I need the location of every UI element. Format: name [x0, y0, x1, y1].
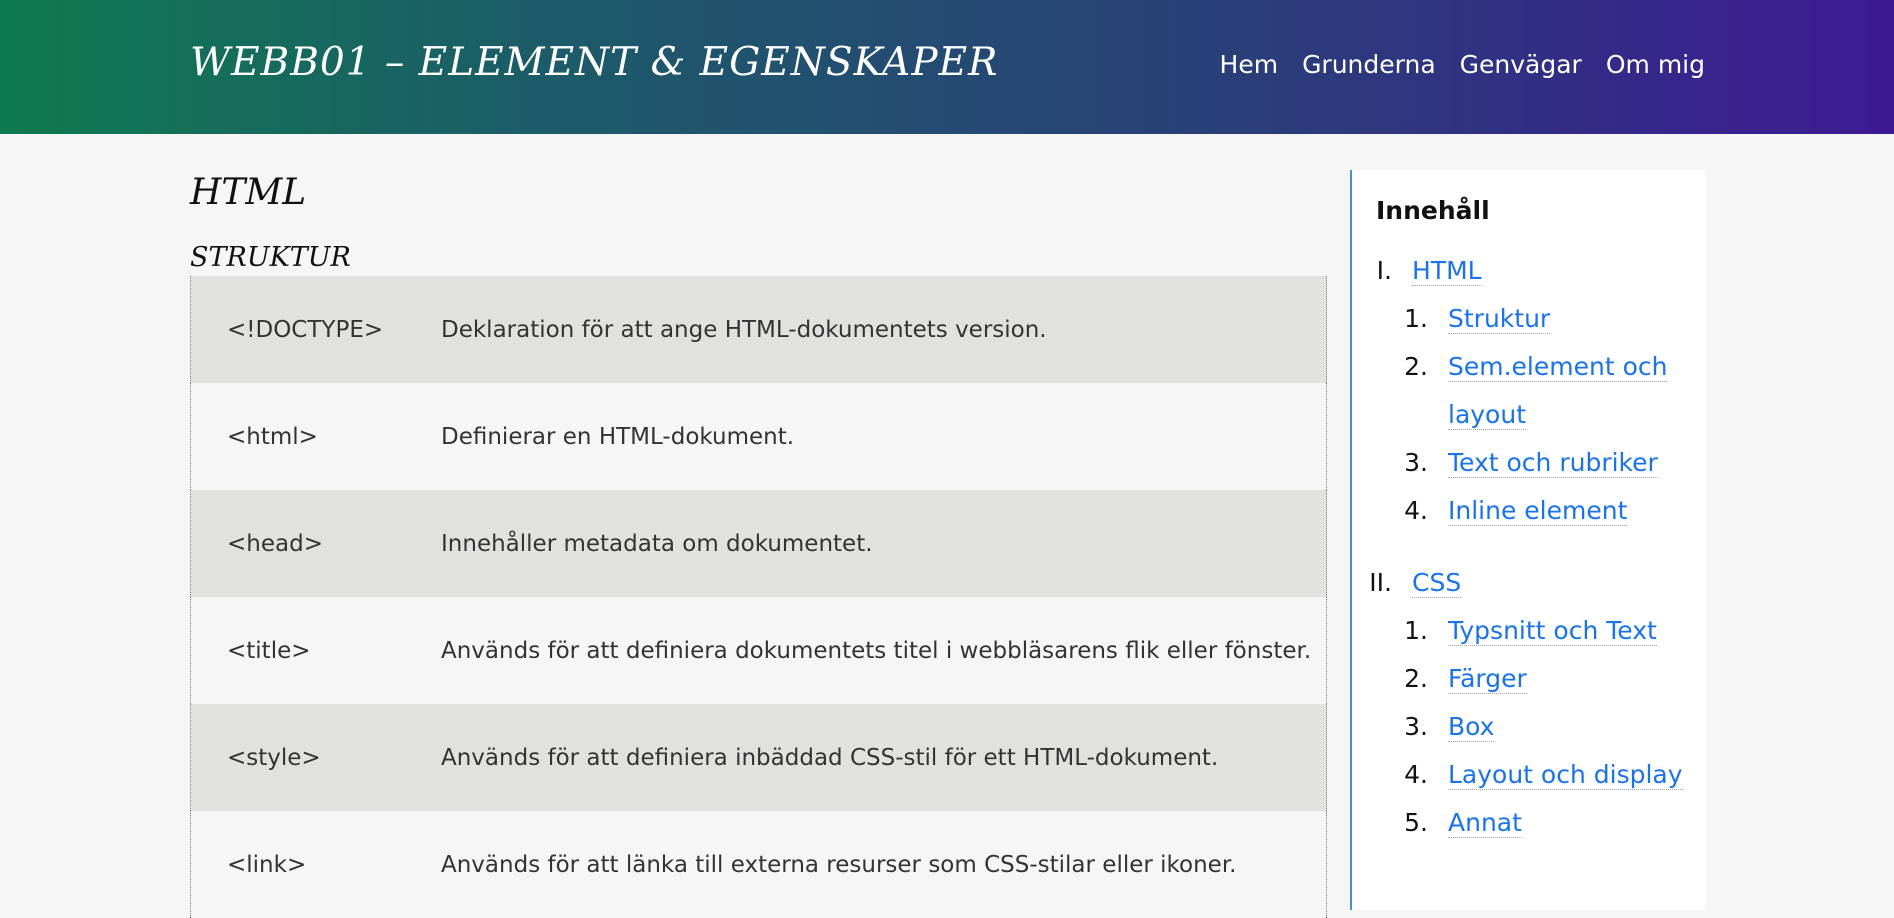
table-row: <title> Används för att definiera dokume… [190, 597, 1327, 704]
site-header: WEBB01 – ELEMENT & EGENSKAPER Hem Grunde… [0, 0, 1894, 134]
nav-item-hem[interactable]: Hem [1220, 50, 1279, 79]
nav-item-om-mig[interactable]: Om mig [1606, 50, 1705, 79]
desc-cell: Definierar en HTML-dokument. [441, 423, 795, 450]
toc-section-number: I. [1376, 256, 1392, 285]
tag-cell: <html> [227, 423, 318, 450]
tag-cell: <head> [227, 530, 323, 557]
toc-link-farger[interactable]: Färger [1448, 664, 1527, 694]
toc-item-number: 1. [1404, 616, 1428, 645]
site-title[interactable]: WEBB01 – ELEMENT & EGENSKAPER [190, 40, 998, 85]
toc-item-number: 2. [1404, 352, 1428, 381]
desc-cell: Innehåller metadata om dokumentet. [441, 530, 873, 557]
tag-cell: <!DOCTYPE> [227, 316, 384, 343]
toc-link-layout-display[interactable]: Layout och display [1448, 760, 1683, 790]
tag-table: <!DOCTYPE> Deklaration för att ange HTML… [190, 276, 1327, 918]
toc-item-number: 4. [1404, 760, 1428, 789]
table-row: <html> Definierar en HTML-dokument. [190, 383, 1327, 490]
toc-link-sem-element[interactable]: Sem.element och [1448, 352, 1668, 382]
toc-link-struktur[interactable]: Struktur [1448, 304, 1551, 334]
toc-link-box[interactable]: Box [1448, 712, 1495, 742]
toc-link-typsnitt[interactable]: Typsnitt och Text [1448, 616, 1657, 646]
toc-link-css[interactable]: CSS [1412, 568, 1462, 598]
table-row: <link> Används för att länka till extern… [190, 811, 1327, 918]
toc-link-layout[interactable]: layout [1448, 400, 1527, 430]
toc-sidebar: Innehåll I. HTML 1. Struktur 2. Sem.elem… [1350, 170, 1706, 910]
toc-item-number: 1. [1404, 304, 1428, 333]
tag-cell: <title> [227, 637, 311, 664]
toc-item-number: 2. [1404, 664, 1428, 693]
toc-section-number: II. [1369, 568, 1392, 597]
main-nav: Hem Grunderna Genvägar Om mig [1220, 50, 1705, 79]
toc-item-number: 3. [1404, 712, 1428, 741]
tag-cell: <style> [227, 744, 321, 771]
desc-cell: Deklaration för att ange HTML-dokumentet… [441, 316, 1047, 343]
nav-item-genvagar[interactable]: Genvägar [1460, 50, 1582, 79]
desc-cell: Används för att länka till externa resur… [441, 851, 1237, 878]
toc-link-inline[interactable]: Inline element [1448, 496, 1628, 526]
toc-title: Innehåll [1376, 196, 1490, 225]
table-row: <!DOCTYPE> Deklaration för att ange HTML… [190, 276, 1327, 383]
table-row: <head> Innehåller metadata om dokumentet… [190, 490, 1327, 597]
tag-cell: <link> [227, 851, 307, 878]
section-heading: STRUKTUR [190, 242, 351, 273]
toc-item-number: 4. [1404, 496, 1428, 525]
nav-item-grunderna[interactable]: Grunderna [1302, 50, 1436, 79]
toc-link-html[interactable]: HTML [1412, 256, 1482, 286]
desc-cell: Används för att definiera inbäddad CSS-s… [441, 744, 1219, 771]
toc-link-text[interactable]: Text och rubriker [1448, 448, 1658, 478]
toc-link-annat[interactable]: Annat [1448, 808, 1522, 838]
toc-item-number: 5. [1404, 808, 1428, 837]
page-heading: HTML [190, 172, 307, 213]
desc-cell: Används för att definiera dokumentets ti… [441, 637, 1312, 664]
table-row: <style> Används för att definiera inbädd… [190, 704, 1327, 811]
toc-item-number: 3. [1404, 448, 1428, 477]
